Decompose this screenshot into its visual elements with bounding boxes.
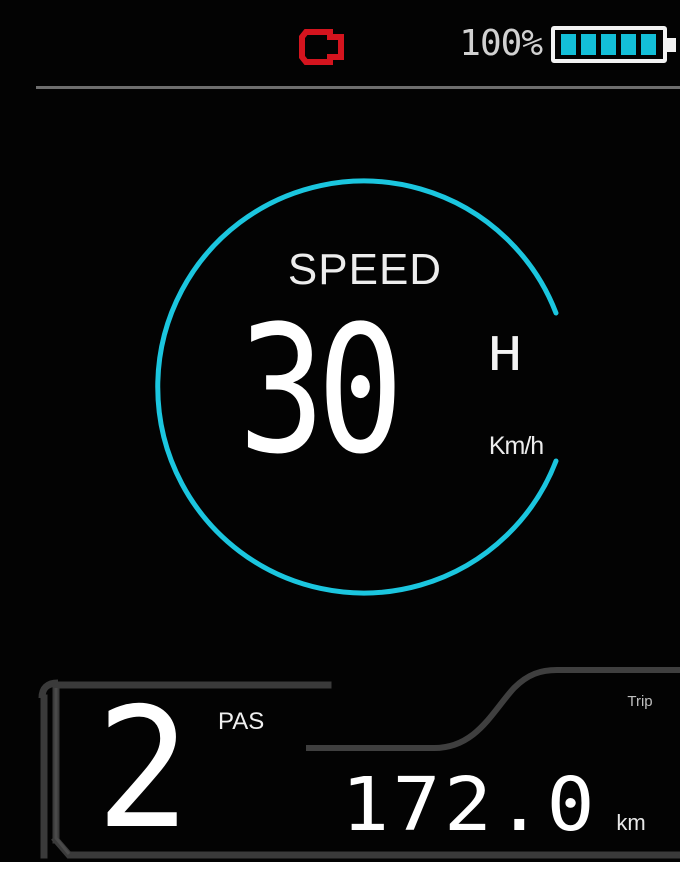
trip-label: Trip: [627, 693, 653, 710]
top-divider: [36, 86, 680, 89]
speed-mode: H: [488, 327, 522, 381]
pas-label: PAS: [218, 708, 265, 735]
pas-level-value: 2: [96, 673, 190, 862]
battery-percent: 100%: [459, 23, 543, 64]
trip-distance-unit: km: [616, 810, 646, 835]
trip-distance-value: 172.0: [341, 762, 598, 848]
speed-unit: Km/h: [488, 432, 544, 460]
battery-icon: [551, 26, 676, 63]
motor-warning-icon: [299, 29, 344, 65]
ebike-display-screen: 100% SPEED 30 H Km/h 2 PAS Trip 172.0 km: [0, 0, 680, 862]
speed-value: 30: [238, 288, 404, 493]
